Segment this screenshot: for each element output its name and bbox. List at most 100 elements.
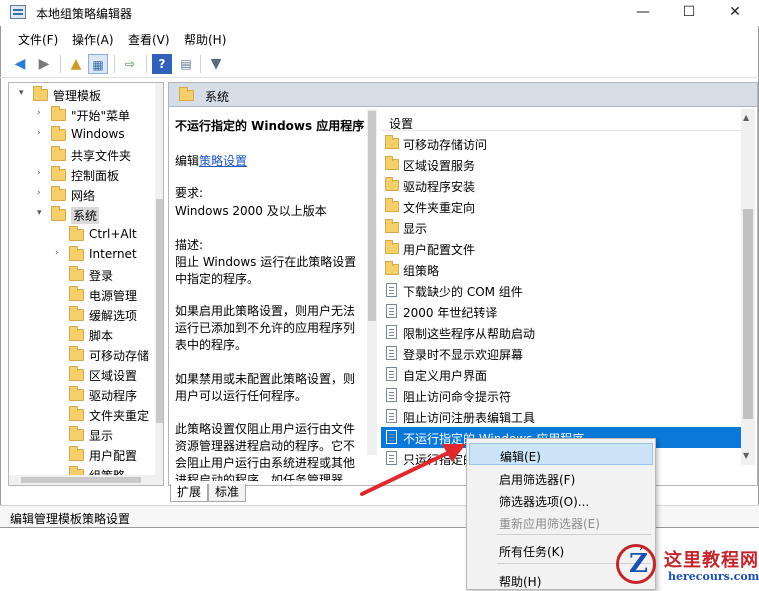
policy-setting-item[interactable]: 下载缺少的 COM 组件	[381, 280, 741, 301]
scroll-up-icon[interactable]: ▲	[743, 113, 749, 122]
policy-setting-icon	[386, 409, 397, 423]
expand-chevron-icon[interactable]: ›	[37, 188, 47, 198]
tree-item[interactable]: 区域设置	[9, 365, 149, 385]
tree-item[interactable]: › Windows	[9, 125, 149, 145]
window-title: 本地组策略编辑器	[36, 7, 133, 21]
settings-folder-item[interactable]: 驱动程序安装	[381, 175, 741, 196]
menu-action[interactable]: 操作(A)	[72, 31, 114, 48]
settings-folder-item[interactable]: 文件夹重定向	[381, 196, 741, 217]
settings-folder-item[interactable]: 用户配置文件	[381, 238, 741, 259]
ctx-reapply-filter-item: 重新应用筛选器(E)	[469, 511, 653, 533]
ctx-item-label: 编辑(E)	[500, 450, 541, 464]
up-folder-icon[interactable]: ▲	[66, 54, 86, 74]
tree-item[interactable]: ▾ 系统	[9, 205, 149, 225]
folder-icon	[69, 366, 84, 381]
view-tabs: 扩展 标准	[170, 484, 270, 504]
tree-item[interactable]: 共享文件夹	[9, 145, 149, 165]
folder-icon	[69, 446, 84, 461]
tree-item[interactable]: Ctrl+Alt	[9, 225, 149, 245]
export-list-icon[interactable]: ⇨	[120, 54, 140, 74]
settings-folder-item[interactable]: 区域设置服务	[381, 154, 741, 175]
menu-help[interactable]: 帮助(H)	[184, 31, 226, 48]
edit-policy-line: 编辑策略设置	[175, 153, 365, 170]
show-hide-tree-icon[interactable]: ▦	[88, 54, 108, 74]
maximize-button[interactable]: ☐	[666, 0, 712, 26]
tree-item[interactable]: › 网络	[9, 185, 149, 205]
scroll-down-icon[interactable]: ▼	[743, 451, 749, 460]
ctx-filter-options-item[interactable]: 筛选器选项(O)...	[469, 489, 653, 511]
ctx-enable-filter-item[interactable]: 启用筛选器(F)	[469, 467, 653, 489]
expand-chevron-icon[interactable]: ›	[55, 248, 65, 258]
list-item-label: 下载缺少的 COM 组件	[403, 285, 523, 299]
expand-chevron-icon[interactable]: ›	[37, 168, 47, 178]
description-disabled: 如果禁用或未配置此策略设置，则用户可以运行任何程序。	[175, 372, 356, 403]
folder-icon	[51, 126, 66, 141]
tree-item[interactable]: 用户配置	[9, 445, 149, 465]
menu-file[interactable]: 文件(F)	[18, 31, 58, 48]
ctx-item-label: 所有任务(K)	[499, 545, 565, 559]
edit-prefix: 编辑	[175, 154, 200, 168]
list-item-label: 区域设置服务	[403, 159, 476, 173]
ctx-item-label: 帮助(H)	[499, 575, 542, 589]
folder-icon	[69, 386, 84, 401]
policy-setting-item[interactable]: 2000 年世纪转译	[381, 301, 741, 322]
ctx-edit-item[interactable]: 编辑(E)	[469, 443, 653, 465]
watermark-text: 这里教程网	[664, 550, 759, 571]
properties-icon[interactable]: ▤	[176, 54, 196, 74]
toolbar-separator	[146, 55, 147, 73]
settings-scroll-thumb[interactable]	[743, 209, 753, 419]
collapse-chevron-icon[interactable]: ▾	[37, 208, 47, 218]
tree-item[interactable]: 文件夹重定向	[9, 405, 149, 425]
list-item-label: 显示	[403, 222, 428, 236]
tab-extended[interactable]: 扩展	[170, 484, 209, 502]
tree-item[interactable]: 电源管理	[9, 285, 149, 305]
tree-horizontal-scroll-thumb[interactable]	[21, 477, 141, 483]
policy-setting-item[interactable]: 阻止访问注册表编辑工具	[381, 406, 741, 427]
tree-item-label: 控制面板	[71, 169, 120, 183]
collapse-chevron-icon[interactable]: ▾	[19, 88, 29, 98]
tab-standard[interactable]: 标准	[208, 484, 247, 502]
minimize-button[interactable]: —	[620, 0, 666, 26]
tree-item[interactable]: 可移动存储	[9, 345, 149, 365]
menu-view[interactable]: 查看(V)	[128, 31, 170, 48]
settings-folder-item[interactable]: 组策略	[381, 259, 741, 280]
tree-item[interactable]: 显示	[9, 425, 149, 445]
tree-item[interactable]: 缓解选项	[9, 305, 149, 325]
tree-item[interactable]: › Internet	[9, 245, 149, 265]
tree-item[interactable]: 脚本	[9, 325, 149, 345]
forward-arrow-icon[interactable]: ▶	[34, 54, 54, 74]
help-icon[interactable]: ?	[152, 54, 172, 74]
watermark: 这里教程网 herecours.com	[616, 542, 759, 588]
settings-folder-item[interactable]: 可移动存储访问	[381, 133, 741, 154]
tree-item-label: 区域设置	[89, 369, 138, 383]
policy-setting-item[interactable]: 自定义用户界面	[381, 364, 741, 385]
policy-setting-item[interactable]: 限制这些程序从帮助启动	[381, 322, 741, 343]
policy-setting-item[interactable]: 登录时不显示欢迎屏幕	[381, 343, 741, 364]
folder-icon	[385, 177, 399, 191]
tree-item[interactable]: 驱动程序	[9, 385, 149, 405]
edit-policy-link[interactable]: 策略设置	[199, 154, 247, 168]
list-item-label: 2000 年世纪转译	[403, 306, 498, 320]
tree-scroll-thumb[interactable]	[156, 199, 163, 423]
toolbar-separator	[200, 55, 201, 73]
policy-setting-icon	[386, 283, 397, 297]
details-header: 系统	[169, 83, 757, 107]
status-text: 编辑管理模板策略设置	[10, 512, 131, 526]
tree-item[interactable]: ▾ 管理模板	[9, 85, 149, 105]
settings-column-header[interactable]: 设置	[381, 109, 747, 131]
expand-chevron-icon[interactable]: ›	[37, 128, 47, 138]
expand-chevron-icon[interactable]: ›	[37, 108, 47, 118]
back-arrow-icon[interactable]: ◀	[10, 54, 30, 74]
close-button[interactable]: ✕	[712, 0, 758, 26]
folder-icon	[69, 326, 84, 341]
tree-item[interactable]: › "开始"菜单	[9, 105, 149, 125]
list-item-label: 驱动程序安装	[403, 180, 476, 194]
tree-item[interactable]: › 控制面板	[9, 165, 149, 185]
filter-icon[interactable]: ▼	[206, 54, 226, 74]
tree-item-label: 驱动程序	[89, 389, 138, 403]
settings-folder-item[interactable]: 显示	[381, 217, 741, 238]
folder-icon	[51, 206, 66, 221]
policy-setting-item[interactable]: 阻止访问命令提示符	[381, 385, 741, 406]
tree-item[interactable]: 登录	[9, 265, 149, 285]
description-scroll-thumb[interactable]	[368, 111, 376, 321]
